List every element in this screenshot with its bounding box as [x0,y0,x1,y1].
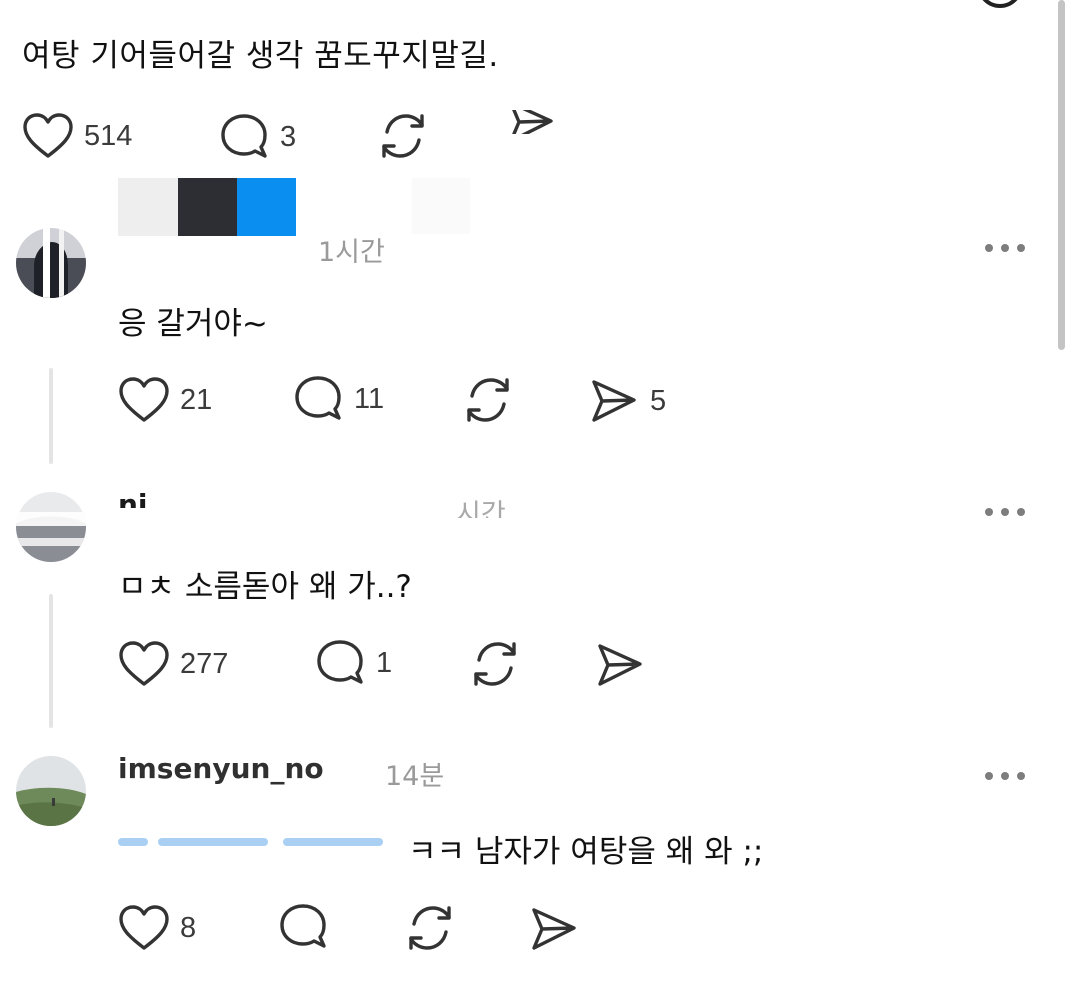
thread-line [49,368,53,464]
send-button[interactable] [528,904,580,954]
post-comment-count: 3 [280,120,297,153]
comment-text: ㅁㅊ 소름돋아 왜 가..? [118,569,412,605]
send-count: 5 [650,384,667,417]
repost-button[interactable] [462,374,514,426]
reply-count: 1 [376,646,393,679]
comment-time: 14분 [385,761,445,792]
repost-button[interactable] [404,902,456,954]
post-text: 여탕 기어들어갈 생각 꿈도꾸지말길. [22,38,499,74]
send-icon [598,644,642,686]
comment-text: ㅋㅋ 남자가 여탕을 왜 와 ;; [408,834,764,870]
post-like-button[interactable]: 514 [22,112,132,160]
more-dots-icon [985,508,993,516]
comment-time: 1시간 [318,237,385,268]
more-options-button[interactable] [985,244,1025,252]
post-comment-button[interactable]: 3 [218,112,296,162]
image-swatch-blue [237,178,296,236]
like-count: 8 [180,911,197,944]
reply-count: 11 [354,382,385,415]
more-dots-icon [985,244,993,252]
comment-text: 응 갈거야~ [118,306,268,342]
mention-link[interactable] [118,832,408,850]
repost-icon [474,642,516,686]
image-swatch-light [118,178,178,236]
heart-icon [119,377,169,422]
like-count: 21 [180,383,213,416]
more-dots-icon [985,772,993,780]
top-icon-partial [977,0,1023,8]
scrollbar[interactable] [1058,0,1065,350]
comment-bubble-icon [280,904,326,948]
post-like-count: 514 [84,119,133,152]
repost-icon [409,906,451,950]
repost-icon [382,114,424,158]
post-send-button[interactable] [505,110,557,134]
comment-time: 시간 [456,499,506,518]
more-options-button[interactable] [985,508,1025,516]
avatar[interactable] [16,756,86,826]
like-button[interactable]: 277 [118,640,228,688]
reply-button[interactable]: 11 [292,374,384,424]
image-swatch-white [412,178,470,234]
post-repost-button[interactable] [377,110,429,162]
repost-button[interactable] [469,638,521,690]
like-button[interactable]: 8 [118,904,196,952]
avatar[interactable] [16,492,86,562]
avatar[interactable] [16,228,86,298]
send-icon [592,380,636,422]
reply-button[interactable] [277,902,329,952]
send-button[interactable] [594,640,646,690]
username[interactable]: imsenyun_no [118,752,324,785]
heart-icon [119,905,169,950]
image-swatch-dark [178,178,237,236]
comment-bubble-icon [317,640,363,684]
like-button[interactable]: 21 [118,376,212,424]
comment-bubble-icon [221,114,267,158]
more-options-button[interactable] [985,772,1025,780]
username[interactable]: ni [118,488,148,508]
like-count: 277 [180,647,229,680]
repost-icon [467,378,509,422]
send-icon [532,908,576,950]
reply-button[interactable]: 1 [314,638,392,688]
comment-bubble-icon [295,376,341,420]
heart-icon [23,113,73,158]
send-button[interactable]: 5 [588,376,666,426]
heart-icon [119,641,169,686]
send-icon [512,110,553,134]
thread-line [49,594,53,728]
